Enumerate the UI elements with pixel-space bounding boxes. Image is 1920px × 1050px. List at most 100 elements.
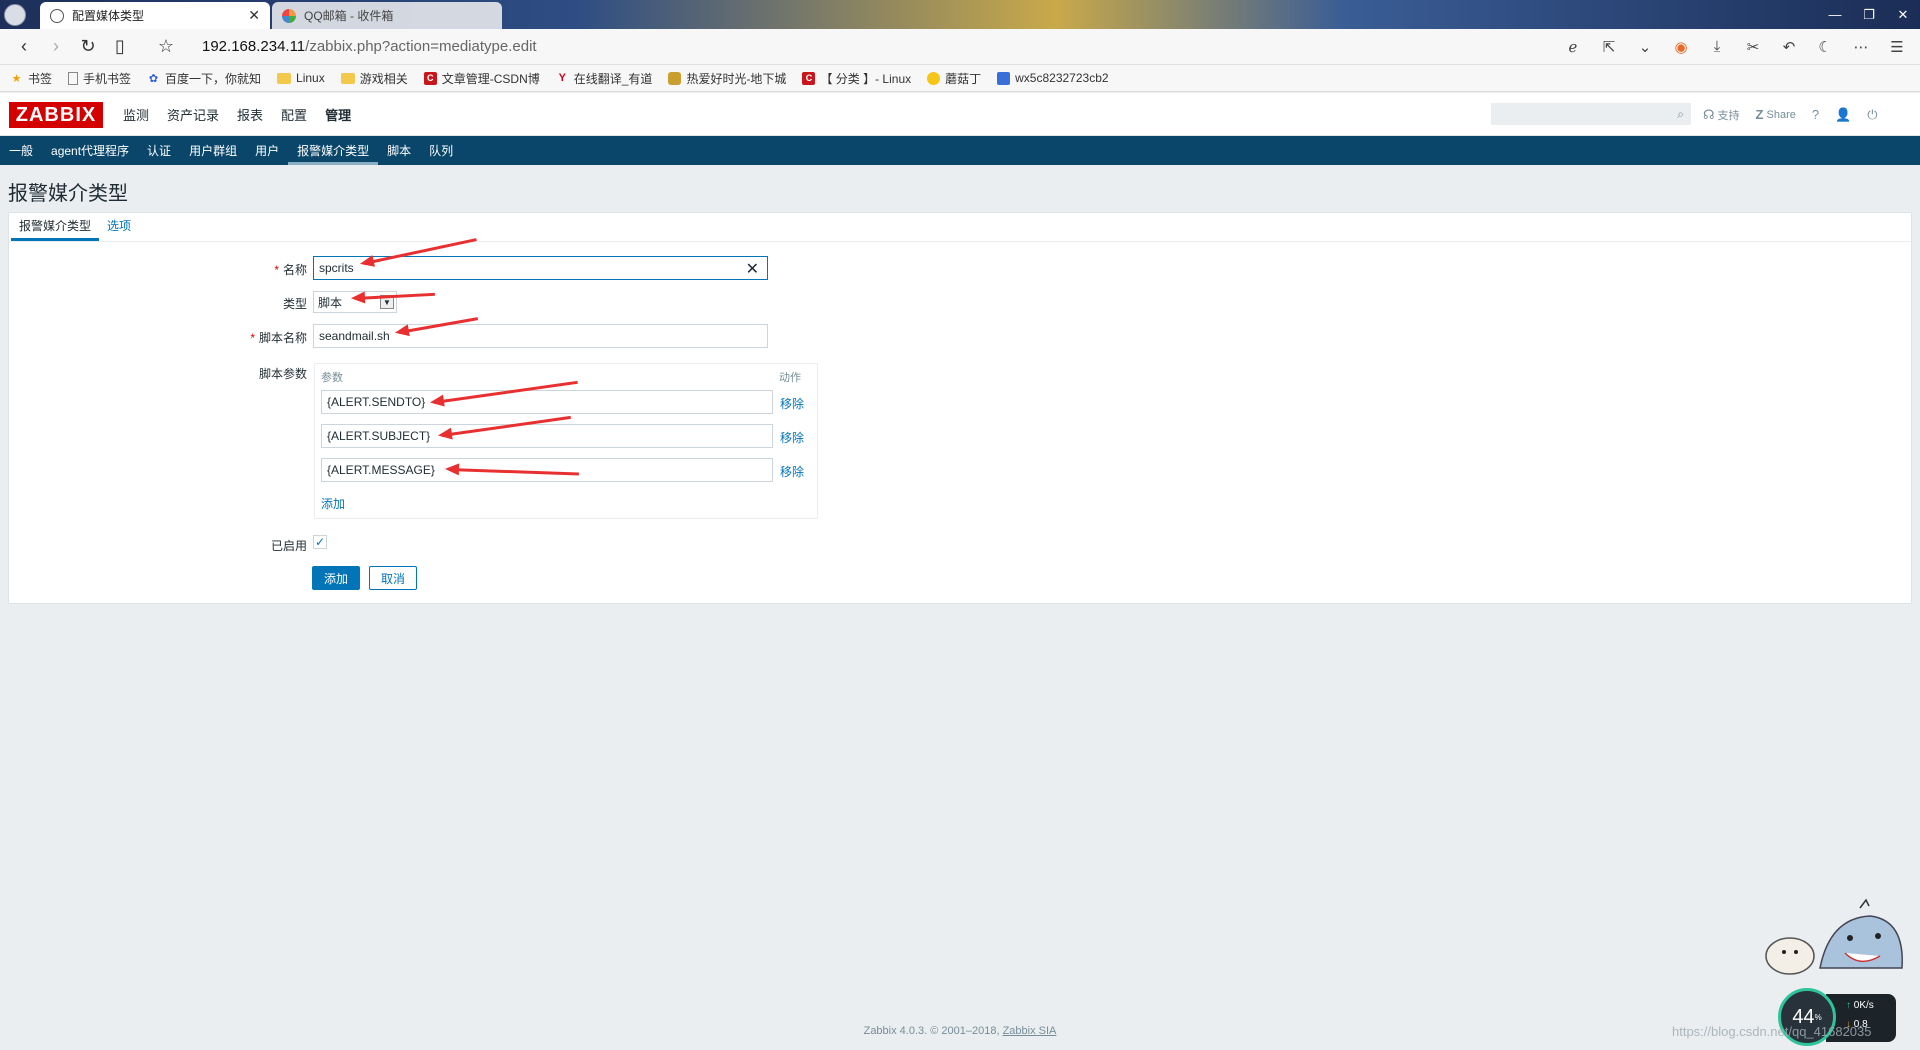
tab-media-type[interactable]: 报警媒介类型: [11, 217, 100, 241]
remove-param-button[interactable]: 移除: [780, 463, 804, 480]
close-icon[interactable]: ✕: [248, 7, 260, 24]
submenu-general[interactable]: 一般: [0, 136, 42, 165]
browser-toolbar: ℯ ⇱ ⌄ ◉ ⤓ ✂ ↶ ☾ ⋯ ☰: [1558, 33, 1912, 61]
bookmark-item[interactable]: 游戏相关: [340, 70, 408, 87]
submenu-authentication[interactable]: 认证: [138, 136, 180, 165]
script-name-value: seandmail.sh: [319, 329, 390, 343]
bookmark-item[interactable]: C 文章管理-CSDN博: [423, 70, 540, 87]
user-profile-icon[interactable]: 👤: [1835, 107, 1851, 123]
submenu-users[interactable]: 用户: [246, 136, 288, 165]
menu-reports[interactable]: 报表: [228, 105, 272, 124]
bookmark-label: 书签: [28, 71, 53, 86]
bookmark-label: 文章管理-CSDN博: [441, 71, 540, 86]
submenu-queue[interactable]: 队列: [420, 136, 462, 165]
bookmark-label: 游戏相关: [359, 71, 408, 86]
bookmark-item[interactable]: 手机书签: [68, 70, 131, 87]
close-window-icon[interactable]: ✕: [1886, 0, 1920, 29]
csdn-icon: C: [802, 71, 816, 85]
bookmark-label: wx5c8232723cb2: [1015, 71, 1109, 85]
reader-icon[interactable]: ▯: [104, 33, 136, 61]
bookmark-item[interactable]: 蘑菇丁: [927, 70, 981, 87]
param-input-message[interactable]: {ALERT.MESSAGE}: [321, 458, 773, 482]
remove-param-button[interactable]: 移除: [780, 395, 804, 412]
clear-icon[interactable]: ✕: [746, 259, 759, 279]
menu-icon[interactable]: ☰: [1882, 33, 1912, 61]
bookmark-item[interactable]: Linux: [277, 71, 325, 85]
submenu-user-groups[interactable]: 用户群组: [180, 136, 246, 165]
footer: Zabbix 4.0.3. © 2001–2018, Zabbix SIA: [0, 1025, 1920, 1037]
bookmark-item[interactable]: wx5c8232723cb2: [997, 71, 1109, 85]
night-mode-icon[interactable]: ☾: [1810, 33, 1840, 61]
param-input-subject[interactable]: {ALERT.SUBJECT}: [321, 424, 773, 448]
required-marker: *: [274, 263, 279, 277]
bookmark-label: 蘑菇丁: [945, 71, 982, 86]
search-icon[interactable]: ⌕: [1677, 107, 1684, 122]
bookmark-label: 手机书签: [83, 71, 132, 86]
mogu-icon: [927, 71, 941, 85]
menu-configuration[interactable]: 配置: [272, 105, 316, 124]
tab-label: 配置媒体类型: [72, 9, 145, 23]
baidu-icon: ✿: [148, 72, 159, 85]
zabbix-logo[interactable]: ZABBIX: [9, 102, 103, 128]
chevron-down-icon[interactable]: ⌄: [1630, 33, 1660, 61]
bookmarks-bar: ★ 书签 手机书签 ✿ 百度一下，你就知 Linux 游戏相关 C 文章管理-CSDN…: [0, 65, 1920, 92]
window-controls: — ❐ ✕: [1818, 0, 1920, 29]
enabled-checkbox[interactable]: ✓: [313, 535, 327, 549]
submenu-scripts[interactable]: 脚本: [378, 136, 420, 165]
share-page-icon[interactable]: ⇱: [1594, 33, 1624, 61]
bookmark-item[interactable]: 热爱好时光-地下城: [668, 70, 786, 87]
tab-mediatype[interactable]: 配置媒体类型 ✕: [40, 2, 270, 29]
bookmark-label: 热爱好时光-地下城: [686, 71, 787, 86]
logout-icon[interactable]: ⏻: [1867, 107, 1877, 123]
ie-mode-icon[interactable]: ℯ: [1558, 33, 1588, 61]
bookmark-item[interactable]: ★ 书签: [10, 70, 52, 87]
game-icon[interactable]: ◉: [1666, 33, 1696, 61]
support-link[interactable]: ☊ 支持: [1703, 107, 1740, 123]
bookmark-item[interactable]: C 【 分类 】- Linux: [802, 70, 911, 87]
undo-icon[interactable]: ↶: [1774, 33, 1804, 61]
percent-sign: %: [1814, 1012, 1822, 1022]
menu-monitoring[interactable]: 监测: [114, 105, 158, 124]
tab-options[interactable]: 选项: [99, 217, 139, 241]
forward-icon[interactable]: ›: [40, 33, 72, 61]
bookmark-label: 百度一下，你就知: [165, 71, 262, 86]
search-input[interactable]: ⌕: [1491, 103, 1691, 125]
menu-inventory[interactable]: 资产记录: [158, 105, 228, 124]
type-label: 类型: [282, 297, 307, 311]
minimize-icon[interactable]: —: [1818, 0, 1852, 29]
back-icon[interactable]: ‹: [8, 33, 40, 61]
scissors-icon[interactable]: ✂: [1738, 33, 1768, 61]
more-icon[interactable]: ⋯: [1846, 33, 1876, 61]
system-monitor-widget[interactable]: ↑ 0K/s ↓ 0.8 44%: [1778, 988, 1898, 1048]
bookmark-item[interactable]: ✿ 百度一下，你就知: [147, 70, 261, 87]
cancel-button[interactable]: 取消: [369, 566, 417, 590]
youdao-icon: Y: [558, 72, 566, 84]
name-label: * 名称: [9, 261, 307, 278]
form-panel: 报警媒介类型 选项 * 名称 spcrits ✕ 类型 脚本 ▼ * 脚本名称 se…: [8, 212, 1912, 604]
param-input-sendto[interactable]: {ALERT.SENDTO}: [321, 390, 773, 414]
profile-avatar-icon[interactable]: [4, 4, 26, 26]
add-param-link[interactable]: 添加: [321, 495, 345, 512]
reload-icon[interactable]: ↻: [72, 33, 104, 61]
download-icon[interactable]: ⤓: [1702, 33, 1732, 61]
bookmark-item[interactable]: Y 在线翻译_有道: [556, 70, 653, 87]
menu-administration[interactable]: 管理: [316, 105, 360, 124]
name-value: spcrits: [319, 261, 354, 275]
footer-link[interactable]: Zabbix SIA: [1003, 1025, 1057, 1037]
share-link[interactable]: Z Share: [1756, 107, 1796, 122]
submenu-media-types[interactable]: 报警媒介类型: [288, 136, 379, 165]
url-field[interactable]: 192.168.234.11/zabbix.php?action=mediaty…: [202, 38, 1558, 55]
tab-qqmail[interactable]: QQ邮箱 - 收件箱: [272, 2, 502, 29]
remove-param-button[interactable]: 移除: [780, 429, 804, 446]
tab-label: QQ邮箱 - 收件箱: [304, 9, 394, 23]
restore-icon[interactable]: ❐: [1852, 0, 1886, 29]
params-column-header: 参数: [321, 372, 343, 384]
script-params-label: 脚本参数: [258, 367, 307, 381]
help-icon[interactable]: ?: [1812, 107, 1819, 122]
script-name-input[interactable]: seandmail.sh: [313, 324, 768, 348]
submenu-proxies[interactable]: agent代理程序: [42, 136, 138, 165]
add-button[interactable]: 添加: [312, 566, 360, 590]
browser-tab-bar: 配置媒体类型 ✕ QQ邮箱 - 收件箱 — ❐ ✕: [0, 0, 1920, 29]
bookmark-star-icon[interactable]: ☆: [150, 33, 182, 61]
name-label-text: 名称: [282, 263, 307, 277]
